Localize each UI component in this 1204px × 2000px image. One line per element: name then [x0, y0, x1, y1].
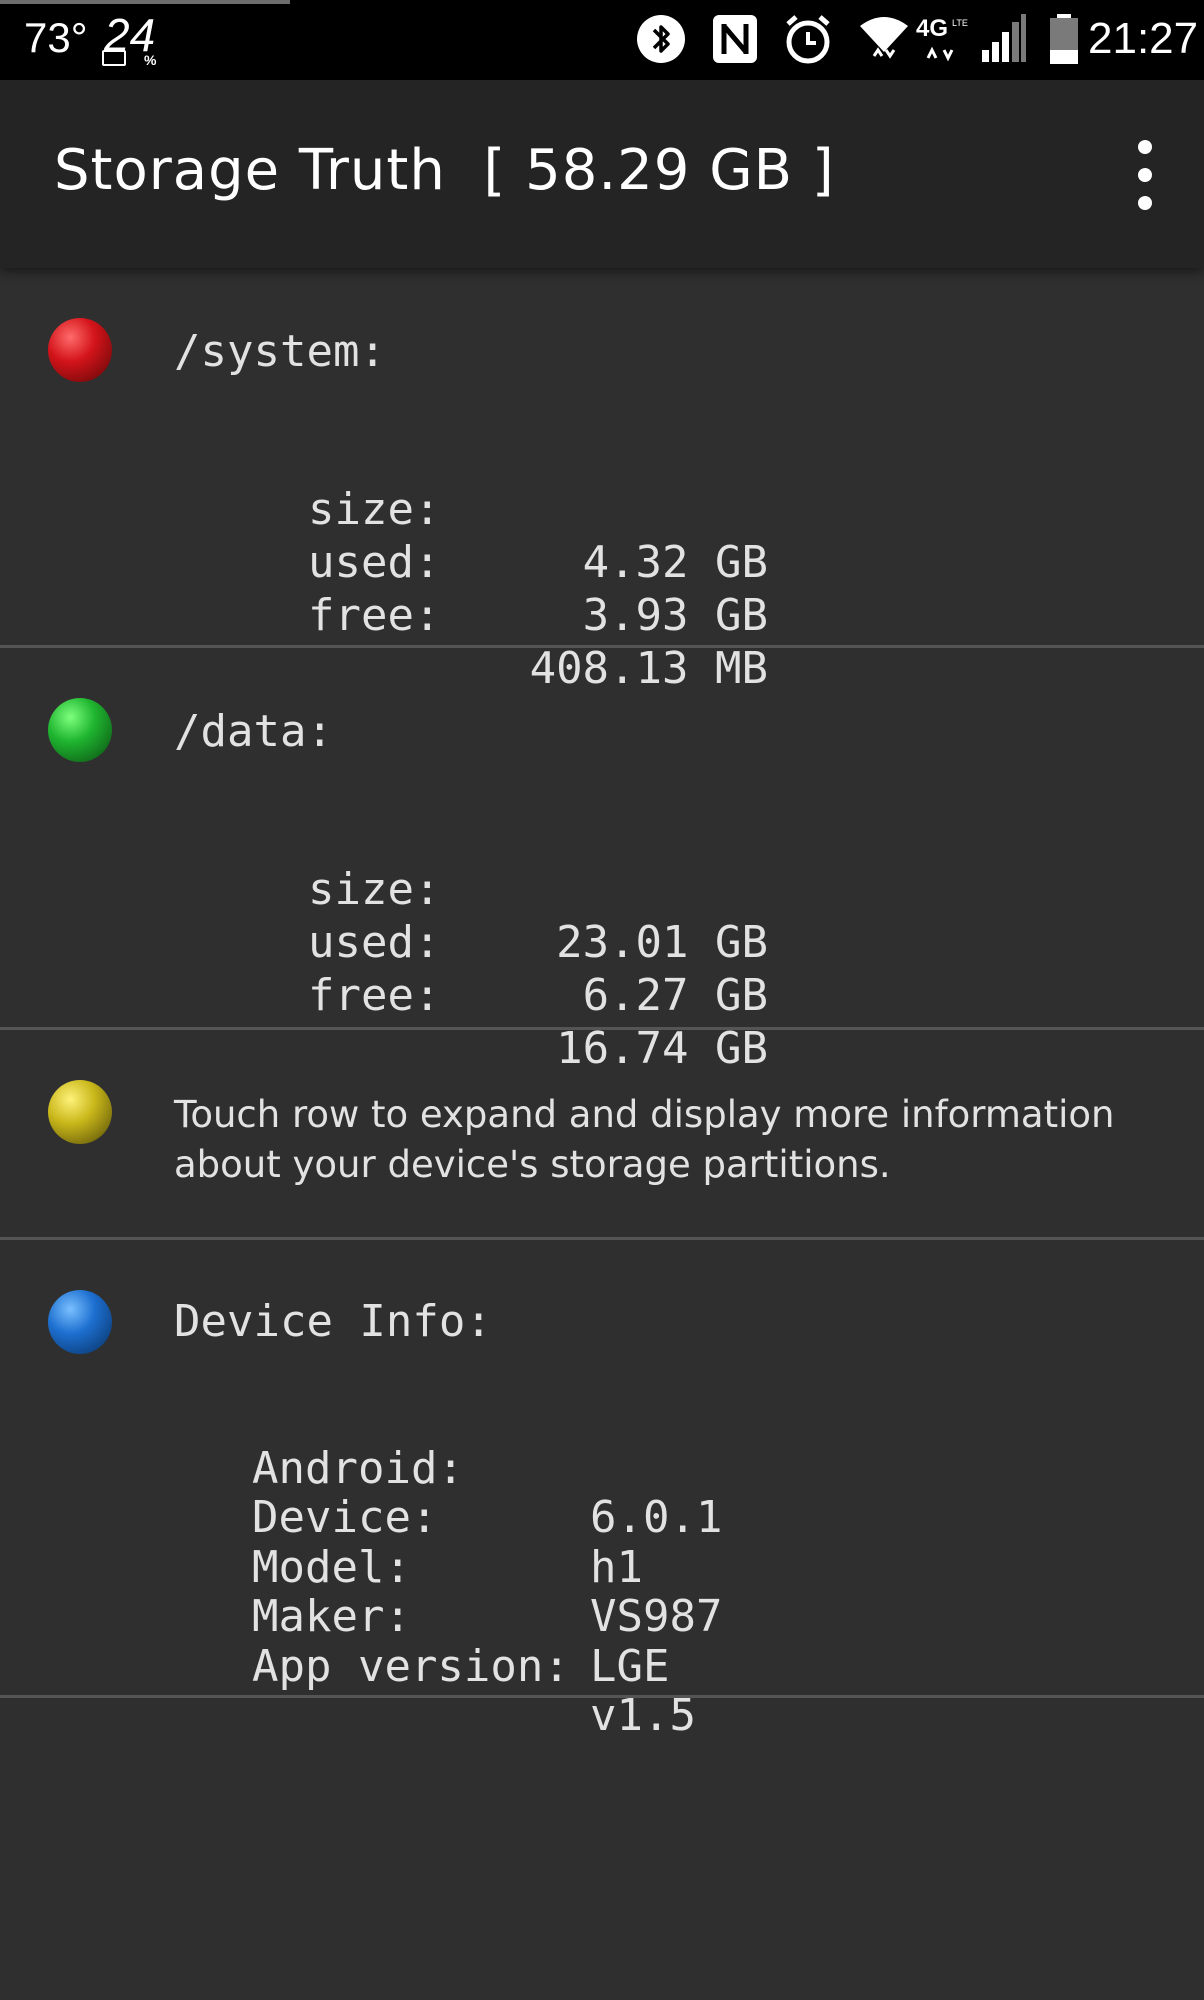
battery-mini-icon — [102, 50, 126, 66]
info-app-version: App version: v1.5 — [252, 1592, 852, 1740]
device-info-row[interactable]: Device Info: Android: 6.0.1 Device: h1 M… — [0, 1240, 1204, 1740]
stat-label: free: — [308, 590, 441, 641]
status-bar: 73° 24 % 4G LTE 21:27 — [0, 0, 1204, 80]
battery-percent-sign: % — [144, 52, 157, 68]
device-info-list: Android: 6.0.1 Device: h1 Model: VS987 M… — [252, 1394, 852, 1740]
clock-label: 21:27 — [1088, 14, 1199, 63]
4g-lte-icon: 4G LTE — [916, 15, 968, 62]
download-progress-bar — [0, 0, 290, 4]
info-device: Device: h1 — [252, 1444, 852, 1592]
bluetooth-icon — [637, 15, 685, 63]
info-android: Android: 6.0.1 — [252, 1394, 852, 1542]
app-title: Storage Truth [ 58.29 GB ] — [54, 138, 835, 203]
wifi-icon — [860, 17, 908, 59]
blue-dot-icon — [48, 1290, 112, 1354]
green-dot-icon — [48, 698, 112, 762]
info-model: Model: VS987 — [252, 1493, 852, 1641]
info-value: LGE — [590, 1640, 670, 1692]
hint-text: Touch row to expand and display more inf… — [174, 1093, 1115, 1186]
stat-size: size: 4.32 GB — [308, 430, 768, 588]
temperature-label: 73° — [24, 14, 88, 61]
stat-value: 6.27 GB — [582, 970, 768, 1021]
svg-text:LTE: LTE — [952, 18, 968, 28]
alarm-icon — [786, 15, 830, 64]
partition-row-system[interactable]: /system: size: 4.32 GB used: 3.93 GB fre… — [0, 268, 1204, 694]
stat-used: used: 6.27 GB — [308, 863, 768, 1021]
partition-stats: size: 23.01 GB used: 6.27 GB free: 16.74… — [308, 810, 768, 1074]
stat-size: size: 23.01 GB — [308, 810, 768, 968]
yellow-dot-icon — [48, 1080, 112, 1144]
info-label: App version: — [252, 1640, 570, 1692]
hint-row[interactable]: Touch row to expand and display more inf… — [0, 1030, 1204, 1240]
signal-icon — [982, 14, 1026, 62]
stat-value: 3.93 GB — [582, 590, 768, 641]
red-dot-icon — [48, 318, 112, 382]
battery-icon — [1050, 14, 1078, 64]
stat-free: free: 16.74 GB — [308, 916, 768, 1074]
app-bar: Storage Truth [ 58.29 GB ] — [0, 80, 1204, 268]
device-info-title: Device Info: — [174, 1296, 492, 1347]
svg-text:4G: 4G — [916, 15, 948, 42]
partition-name: /data: — [174, 706, 333, 757]
stat-used: used: 3.93 GB — [308, 483, 768, 641]
partition-row-data[interactable]: /data: size: 23.01 GB used: 6.27 GB free… — [0, 648, 1204, 1074]
stat-free: free: 408.13 MB — [308, 536, 768, 694]
info-value: v1.5 — [590, 1690, 696, 1741]
more-vert-icon[interactable] — [1128, 138, 1162, 214]
partition-stats: size: 4.32 GB used: 3.93 GB free: 408.13… — [308, 430, 768, 694]
stat-label: free: — [308, 970, 441, 1021]
info-maker: Maker: LGE — [252, 1543, 852, 1691]
nfc-icon — [713, 15, 757, 63]
partition-name: /system: — [174, 326, 386, 377]
